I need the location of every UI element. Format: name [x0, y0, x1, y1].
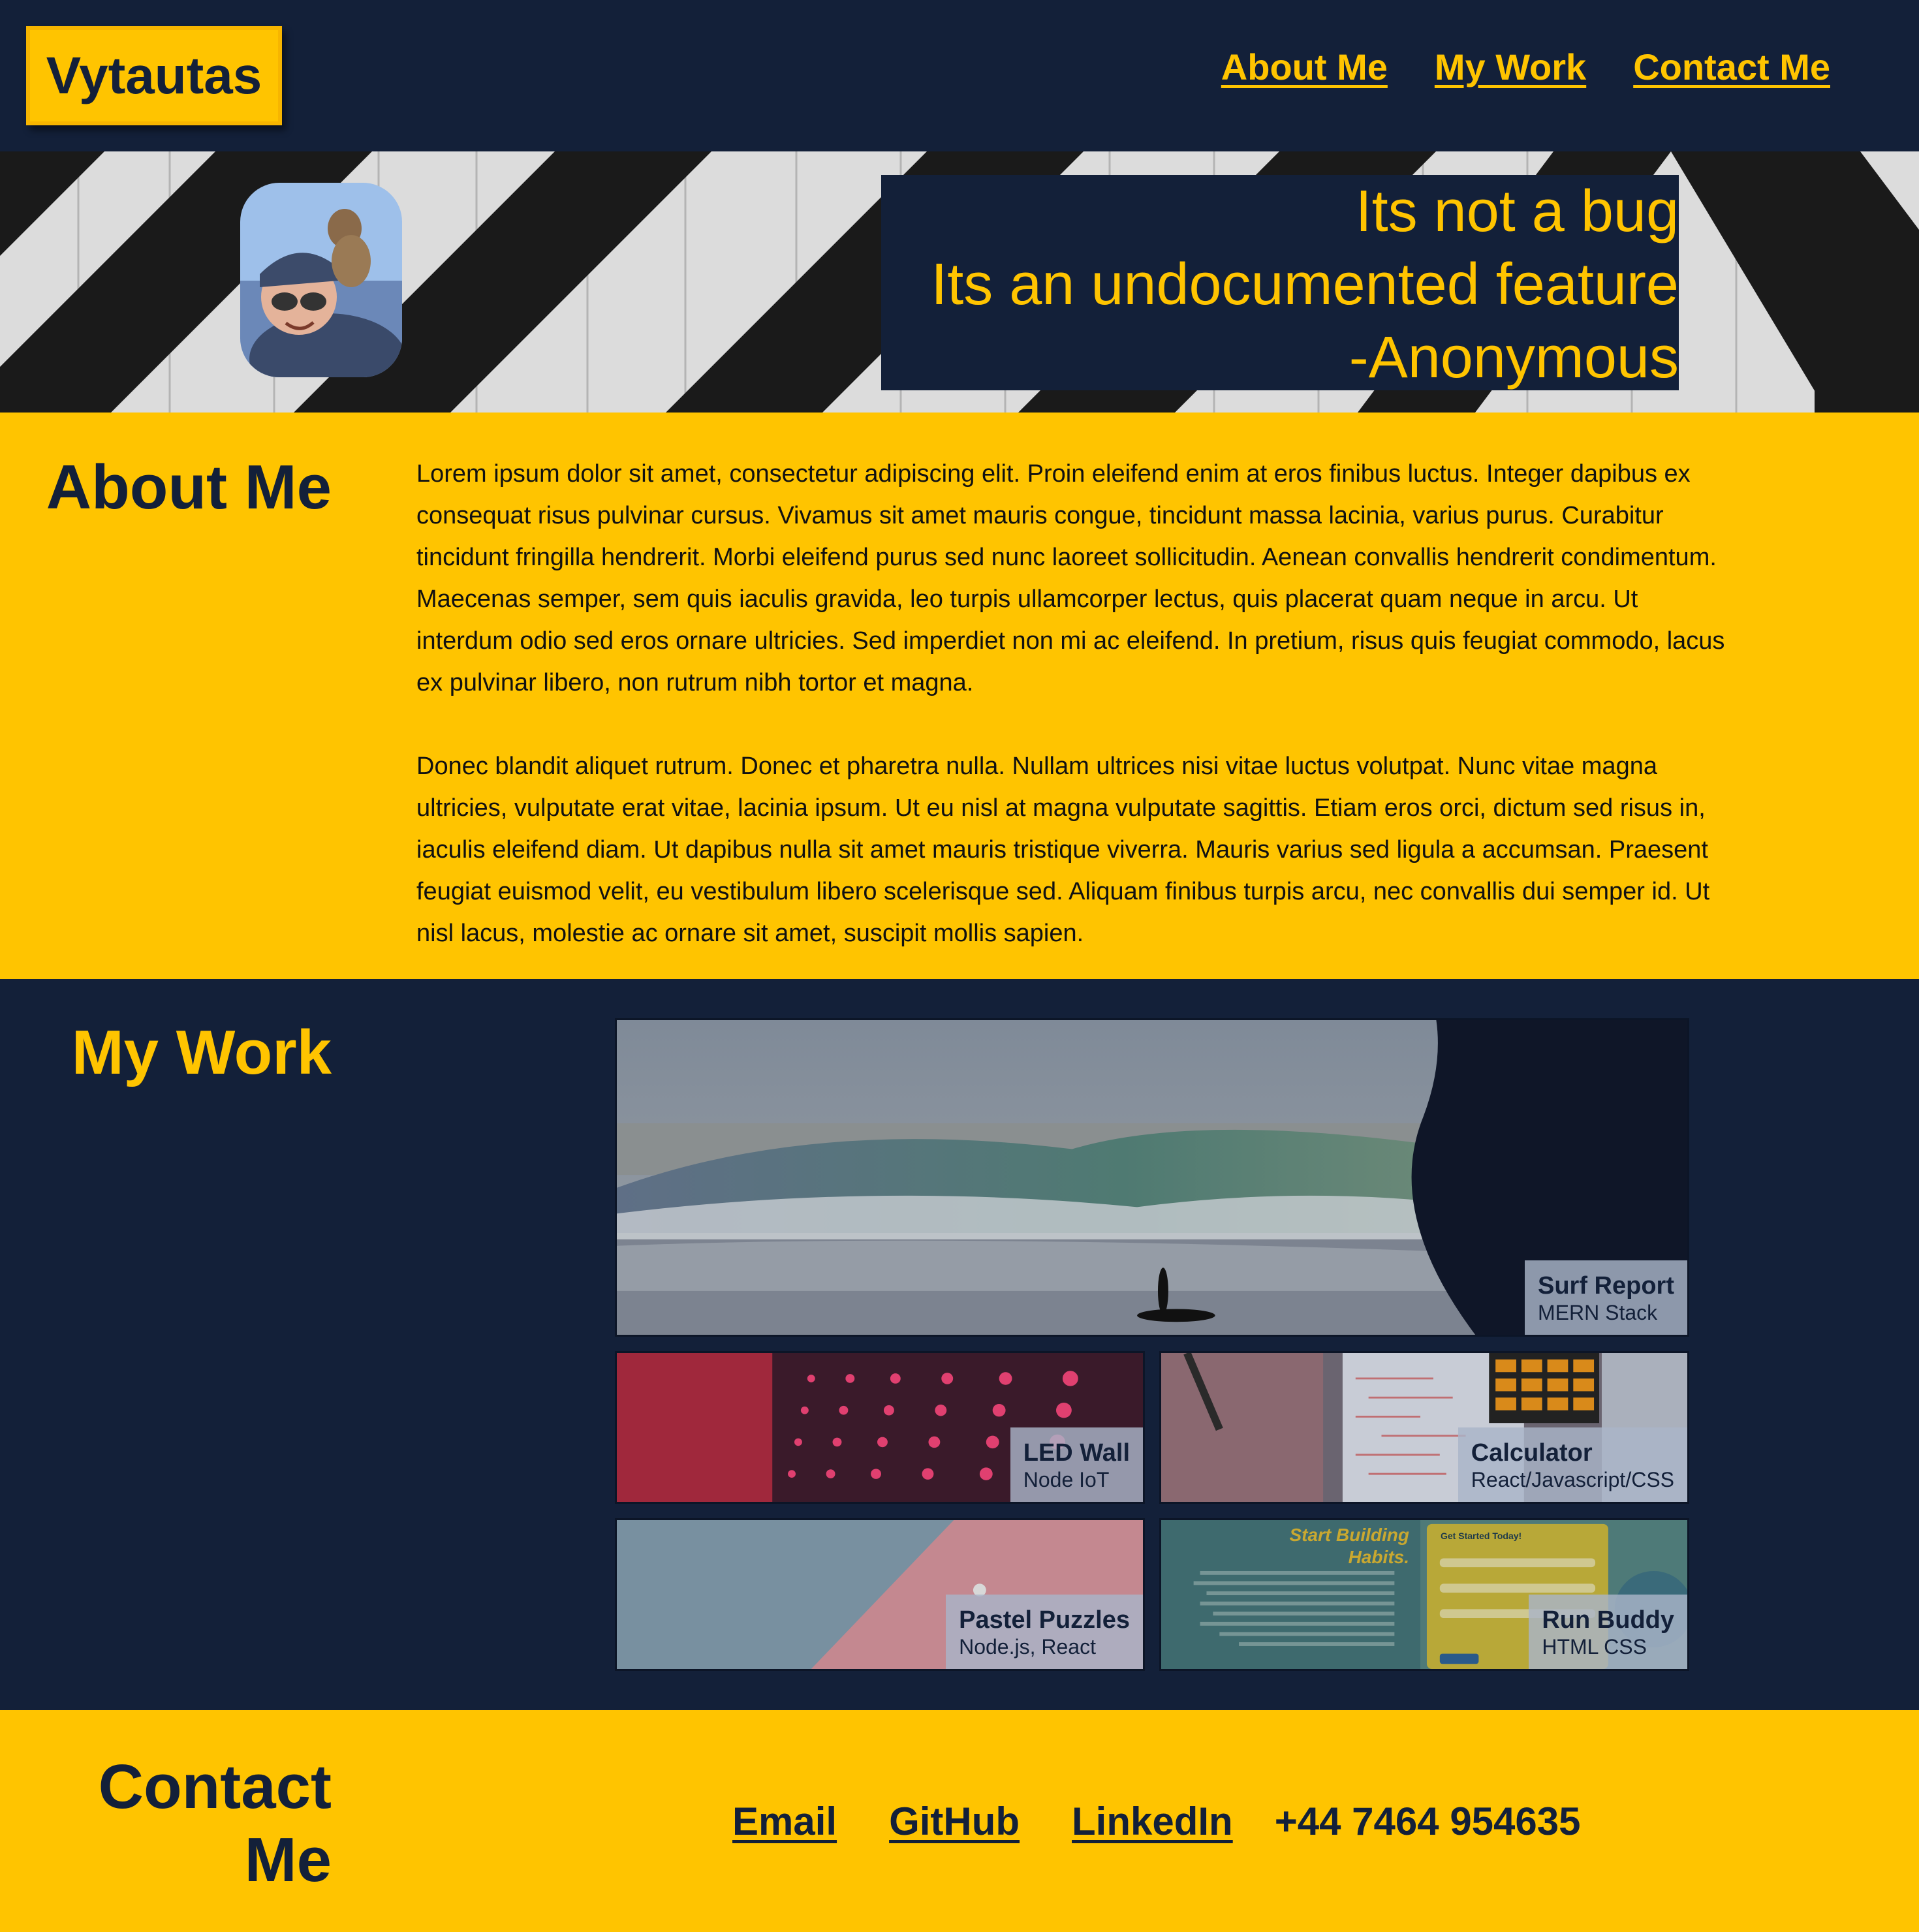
project-card-surf-report[interactable]: Surf Report MERN Stack — [615, 1018, 1689, 1337]
project-card-run-buddy[interactable]: Start Building Habits. Get Started Today… — [1159, 1518, 1689, 1671]
contact-heading: Contact Me — [5, 1751, 332, 1897]
surf-report-caption: Surf Report MERN Stack — [1525, 1260, 1687, 1335]
project-title: Surf Report — [1538, 1272, 1674, 1300]
calculator-caption: Calculator React/Javascript/CSS — [1458, 1427, 1687, 1502]
about-text: Lorem ipsum dolor sit amet, consectetur … — [416, 453, 1735, 954]
work-section: My Work Surf Report MERN Stack LED Wall … — [0, 979, 1919, 1710]
project-title: Pastel Puzzles — [959, 1606, 1130, 1634]
run-buddy-caption: Run Buddy HTML CSS — [1529, 1595, 1687, 1669]
hero-banner: Its not a bug Its an undocumented featur… — [0, 151, 1919, 413]
nav-link-my-work[interactable]: My Work — [1435, 46, 1586, 88]
contact-heading-line-1: Contact — [98, 1752, 332, 1822]
project-stack: MERN Stack — [1538, 1301, 1658, 1324]
project-title: LED Wall — [1023, 1439, 1130, 1467]
contact-section: Contact Me Email GitHub LinkedIn +44 746… — [0, 1710, 1919, 1932]
profile-avatar — [240, 183, 402, 377]
quote-line-1: Its not a bug — [1355, 179, 1679, 244]
about-heading: About Me — [46, 452, 332, 522]
profile-photo — [240, 183, 402, 377]
project-card-calculator[interactable]: Calculator React/Javascript/CSS — [1159, 1351, 1689, 1504]
project-stack: Node IoT — [1023, 1468, 1110, 1491]
project-title: Run Buddy — [1542, 1606, 1674, 1634]
project-card-pastel-puzzles[interactable]: Pastel Puzzles Node.js, React — [615, 1518, 1145, 1671]
project-card-led-wall[interactable]: LED Wall Node IoT — [615, 1351, 1145, 1504]
linkedin-link[interactable]: LinkedIn — [1072, 1799, 1233, 1844]
pastel-puzzles-caption: Pastel Puzzles Node.js, React — [946, 1595, 1143, 1669]
work-heading: My Work — [71, 1018, 332, 1087]
project-stack: Node.js, React — [959, 1635, 1096, 1659]
about-paragraph-2: Donec blandit aliquet rutrum. Donec et p… — [416, 753, 1710, 947]
nav-link-contact-me[interactable]: Contact Me — [1633, 46, 1830, 88]
project-stack: HTML CSS — [1542, 1635, 1647, 1659]
site-header: Vytautas About Me My Work Contact Me — [0, 0, 1919, 151]
about-paragraph-1: Lorem ipsum dolor sit amet, consectetur … — [416, 460, 1725, 696]
project-title: Calculator — [1471, 1439, 1593, 1467]
about-section: About Me Lorem ipsum dolor sit amet, con… — [0, 413, 1919, 979]
github-link[interactable]: GitHub — [889, 1799, 1020, 1844]
run-buddy-heading: Start Building Habits. — [1289, 1525, 1409, 1567]
site-logo[interactable]: Vytautas — [26, 26, 282, 125]
phone-number: +44 7464 954635 — [1274, 1800, 1581, 1843]
contact-links: Email GitHub LinkedIn +44 7464 954635 — [732, 1799, 1581, 1844]
led-wall-caption: LED Wall Node IoT — [1010, 1427, 1143, 1502]
email-link[interactable]: Email — [732, 1799, 837, 1844]
hero-quote: Its not a bug Its an undocumented featur… — [881, 175, 1679, 390]
quote-author: -Anonymous — [1349, 325, 1679, 390]
main-nav: About Me My Work Contact Me — [1221, 46, 1830, 88]
contact-heading-line-2: Me — [244, 1825, 332, 1895]
nav-link-about-me[interactable]: About Me — [1221, 46, 1388, 88]
run-buddy-form-title: Get Started Today! — [1441, 1531, 1522, 1541]
quote-line-2: Its an undocumented feature — [931, 252, 1679, 317]
project-stack: React/Javascript/CSS — [1471, 1468, 1674, 1491]
